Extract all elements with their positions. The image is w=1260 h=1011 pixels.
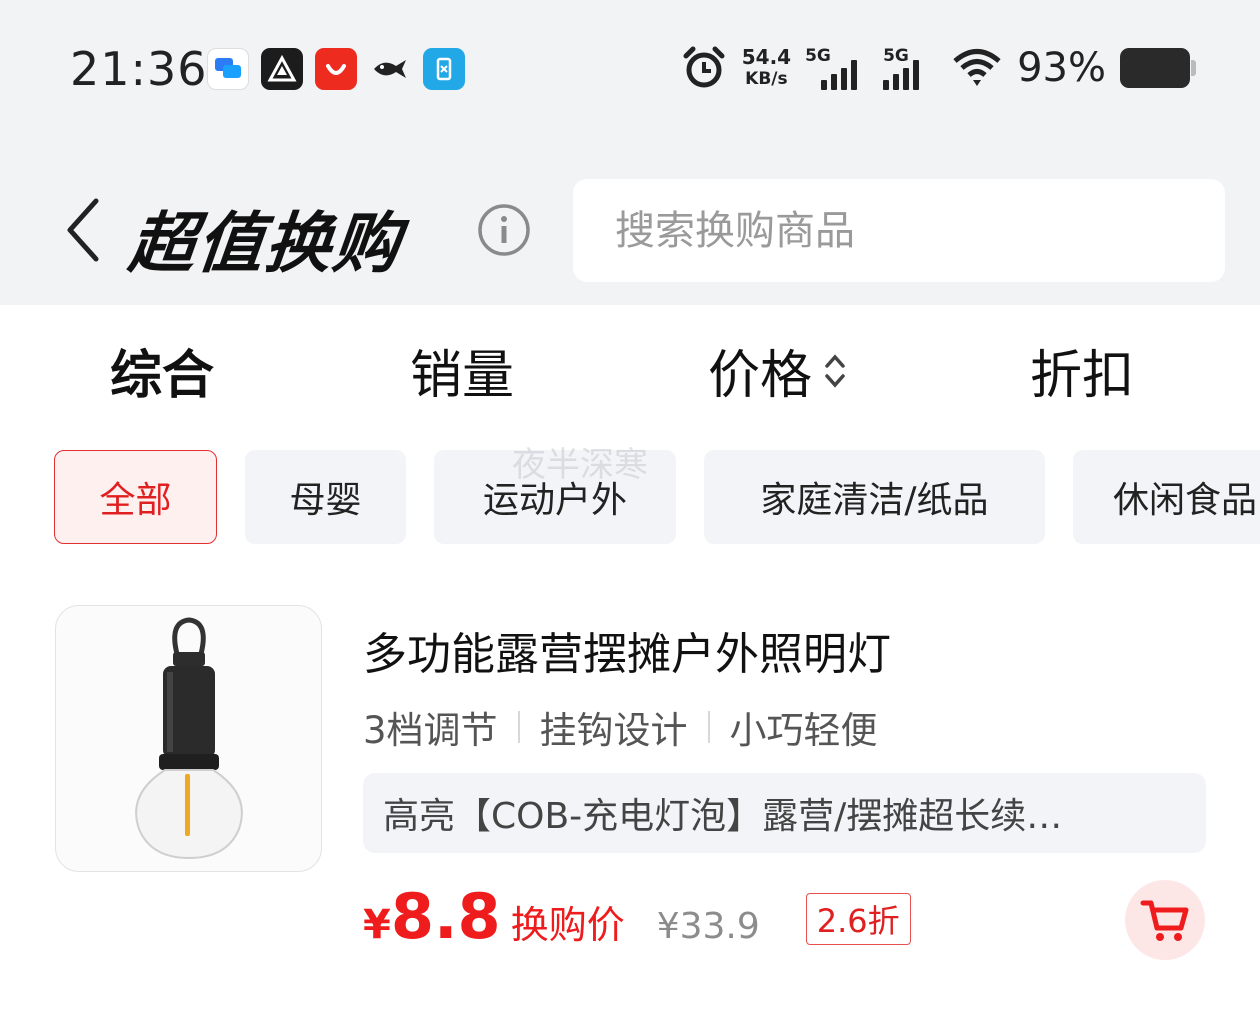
- tab-price[interactable]: 价格: [708, 333, 848, 408]
- page-title: 超值换购: [125, 205, 406, 282]
- tab-comprehensive[interactable]: 综合: [110, 333, 214, 408]
- battery-percent: 93%: [1017, 45, 1106, 91]
- feature-tag: 3档调节: [363, 709, 498, 752]
- tab-label: 价格: [708, 346, 813, 406]
- info-icon[interactable]: [477, 203, 531, 257]
- currency-symbol: ¥: [363, 902, 391, 948]
- signal-1-icon: 5G: [805, 46, 869, 90]
- chip-cleaning[interactable]: 家庭清洁/纸品: [704, 450, 1045, 544]
- fish-app-icon: [369, 48, 411, 90]
- notification-app-icons: [207, 48, 465, 90]
- product-features: 3档调节 挂钩设计 小巧轻便: [363, 700, 878, 754]
- mountain-app-icon: [261, 48, 303, 90]
- chip-snacks[interactable]: 休闲食品: [1073, 450, 1260, 544]
- net-speed-unit: KB/s: [745, 69, 788, 89]
- signal-2-label: 5G: [883, 46, 909, 66]
- search-box[interactable]: [573, 179, 1225, 282]
- product-description: 高亮【COB-充电灯泡】露营/摆摊超长续…: [363, 773, 1206, 853]
- search-input[interactable]: [615, 207, 1225, 254]
- feature-tag: 挂钩设计: [539, 709, 688, 752]
- chip-baby[interactable]: 母婴: [245, 450, 406, 544]
- feature-divider: [517, 711, 520, 743]
- smile-app-icon: [315, 48, 357, 90]
- status-indicators: 54.4 KB/s 5G 5G 93%: [680, 44, 1196, 92]
- chip-all[interactable]: 全部: [54, 450, 217, 544]
- chip-outdoor[interactable]: 运动户外: [434, 450, 676, 544]
- tab-label: 综合: [110, 346, 215, 406]
- net-speed-value: 54.4: [741, 45, 792, 69]
- product-image[interactable]: [55, 605, 322, 872]
- alarm-icon: [683, 46, 725, 88]
- tab-label: 折扣: [1030, 346, 1135, 406]
- lantern-bulb-icon: [134, 616, 243, 859]
- chevron-left-icon: [67, 198, 99, 262]
- blue-app-icon: [423, 48, 465, 90]
- sort-tabs: 综合 销量 价格 折扣: [0, 305, 1260, 420]
- battery-icon: [1120, 48, 1196, 88]
- tab-sales[interactable]: 销量: [410, 333, 514, 408]
- product-title[interactable]: 多功能露营摆摊户外照明灯: [363, 618, 891, 682]
- tab-label: 销量: [410, 346, 515, 406]
- category-chips: 全部 母婴 运动户外 家庭清洁/纸品 休闲食品: [54, 450, 1260, 544]
- product-card[interactable]: 多功能露营摆摊户外照明灯 3档调节 挂钩设计 小巧轻便 高亮【COB-充电灯泡】…: [0, 580, 1260, 1011]
- original-price: ¥33.9: [656, 906, 760, 947]
- tab-discount[interactable]: 折扣: [1030, 333, 1134, 408]
- message-app-icon: [207, 48, 249, 90]
- signal-1-label: 5G: [805, 46, 831, 66]
- back-button[interactable]: [58, 195, 108, 265]
- price-row: ¥ 8.8 换购价 ¥33.9 2.6折: [363, 880, 911, 953]
- exchange-price-label: 换购价: [510, 903, 625, 947]
- cart-icon: [1140, 900, 1189, 941]
- wifi-icon: [953, 49, 1001, 86]
- signal-2-icon: 5G: [883, 46, 937, 90]
- net-speed: 54.4 KB/s: [742, 46, 791, 90]
- exchange-price: 8.8: [390, 880, 501, 953]
- feature-divider: [707, 711, 710, 743]
- add-to-cart-button[interactable]: [1125, 880, 1205, 960]
- feature-tag: 小巧轻便: [729, 709, 878, 752]
- status-time: 21:36: [70, 42, 208, 96]
- discount-badge: 2.6折: [805, 893, 911, 945]
- sort-arrows-icon: [825, 353, 845, 388]
